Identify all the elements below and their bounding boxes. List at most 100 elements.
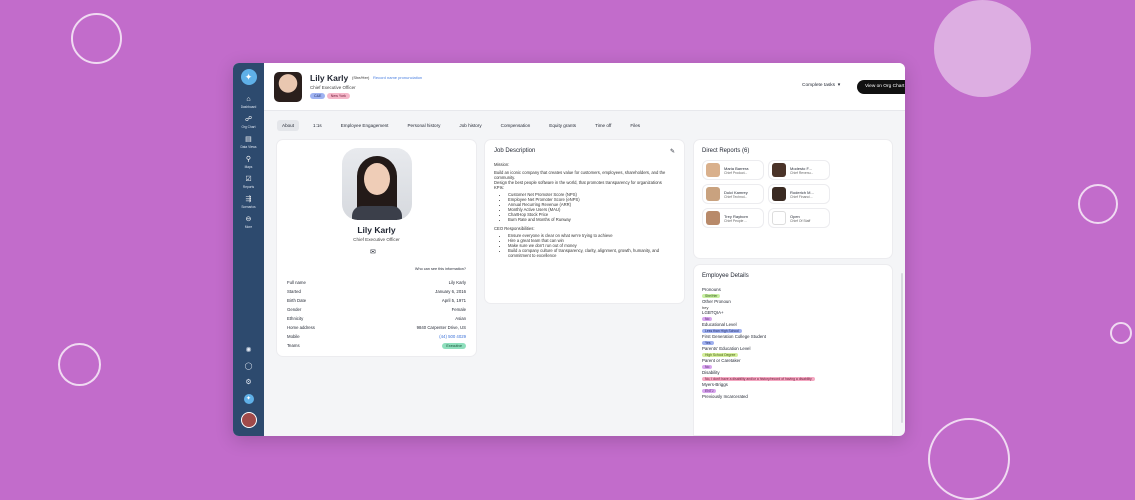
avatar xyxy=(706,187,720,201)
field-label: Started xyxy=(287,289,301,294)
rail-item-label: Scenarios xyxy=(241,205,256,209)
visibility-link[interactable]: Who can see this information? xyxy=(415,267,466,271)
profile-name: Lily Karly xyxy=(357,225,396,235)
mobile-link[interactable]: (44) 500 4029 xyxy=(439,334,466,339)
rail-item-label: Org Chart xyxy=(241,125,256,129)
rail-item-more[interactable]: ⊖ More xyxy=(240,215,256,229)
direct-report-text: Roderich M... Chief Financi... xyxy=(790,190,814,199)
app-window: ✦ ⌂ Dashboard ☍ Org Chart ▤ Data Views ⚲ Maps ☑ R… xyxy=(233,63,905,436)
direct-report-card[interactable]: Maria Barrera Chief Product... xyxy=(702,160,764,180)
employee-details-card: Employee Details Pronouns She/Her Other Pr… xyxy=(693,264,893,436)
tab-1-1s[interactable]: 1:1s xyxy=(308,120,327,131)
decorative-ring xyxy=(71,13,122,64)
decorative-ring xyxy=(58,343,101,386)
tab-compensation[interactable]: Compensation xyxy=(496,120,536,131)
field-label: Home address xyxy=(287,325,315,330)
reports-icon: ☑ xyxy=(245,176,252,183)
tab-about[interactable]: About xyxy=(277,120,300,131)
field-label: Birth Date xyxy=(287,298,307,303)
settings-sun-icon[interactable]: ✺ xyxy=(246,346,252,354)
rail-item-dashboard[interactable]: ⌂ Dashboard xyxy=(240,95,257,109)
direct-report-name: Trey Rayborn xyxy=(724,213,749,219)
direct-reports-card: Direct Reports (6) Maria Barrera Chief Pr… xyxy=(693,139,893,259)
view-org-chart-label: View on Org Chart xyxy=(865,84,905,89)
profile-photo xyxy=(342,148,412,220)
rail-item-org-chart[interactable]: ☍ Org Chart xyxy=(240,115,256,129)
detail-chip: High School Degree xyxy=(702,353,739,357)
tab-employee-engagement[interactable]: Employee Engagement xyxy=(336,120,394,131)
profile-fields: Full name Lily Karly Started January 6, 201… xyxy=(287,278,466,350)
nav-rail: ✦ ⌂ Dashboard ☍ Org Chart ▤ Data Views ⚲ Maps ☑ R… xyxy=(233,63,264,436)
tab-time-off[interactable]: Time off xyxy=(590,120,616,131)
profile-title: Chief Executive Officer xyxy=(353,237,400,242)
rail-item-maps[interactable]: ⚲ Maps xyxy=(240,155,256,169)
mission-label: Mission: xyxy=(494,162,510,167)
direct-report-card[interactable]: Modesto F... Chief Revenu... xyxy=(768,160,830,180)
field-label: Mobile xyxy=(287,334,300,339)
direct-report-text: Open Chief Of Staff xyxy=(790,214,810,223)
direct-report-name: Dulci Kamrey xyxy=(724,189,748,195)
list-item: Build a company culture of transparency,… xyxy=(508,248,675,258)
detail-chip: No, I don't have a disability and/or a h… xyxy=(702,377,815,381)
field-value: Lily Karly xyxy=(448,280,466,285)
detail-chip: No xyxy=(702,317,713,321)
job-description-title: Job Description xyxy=(494,148,536,154)
field-value: 9840 Carpenter Drive, US xyxy=(416,325,466,330)
direct-report-name: Maria Barrera xyxy=(724,165,749,171)
header-chips: C&E New York xyxy=(310,93,350,99)
location-chip[interactable]: New York xyxy=(326,93,350,99)
detail-chip: She/Her xyxy=(702,294,721,298)
profile-card: Lily Karly Chief Executive Officer ✉ Who… xyxy=(276,139,477,357)
job-description-card: Job Description ✎ Mission: Build an icon… xyxy=(484,139,685,304)
job-title: Chief Executive Officer xyxy=(310,85,356,90)
caret-down-icon: ▾ xyxy=(836,83,841,88)
view-org-chart-button[interactable]: View on Org Chart ▾ xyxy=(857,80,905,94)
direct-report-card[interactable]: Roderich M... Chief Financi... xyxy=(768,184,830,204)
rail-item-reports[interactable]: ☑ Reports xyxy=(240,175,256,189)
direct-report-text: Modesto F... Chief Revenu... xyxy=(790,166,813,175)
kpi-list: Customer Net Promoter Score (NPS)Employe… xyxy=(494,192,675,222)
employee-details-title: Employee Details xyxy=(702,273,749,279)
profile-field-row: Gender Female xyxy=(287,305,466,314)
logo-icon[interactable]: ✦ xyxy=(240,69,257,85)
department-chip[interactable]: C&E xyxy=(310,93,326,99)
rail-item-label: More xyxy=(244,225,253,229)
direct-report-card[interactable]: Trey Rayborn Chief People ... xyxy=(702,208,764,228)
mission-text-2: Design the best people software in the w… xyxy=(494,180,662,185)
document-icon: ▤ xyxy=(245,136,252,143)
gear-icon[interactable]: ⚙ xyxy=(245,378,251,386)
list-item: Burn Rate and Months of Runway xyxy=(508,217,675,222)
kpis-label: KPIs: xyxy=(494,185,505,190)
direct-report-title: Chief People ... xyxy=(724,218,748,223)
field-label: Full name xyxy=(287,280,306,285)
mail-icon[interactable]: ✉ xyxy=(370,248,376,256)
rail-item-scenarios[interactable]: ⇶ Scenarios xyxy=(240,195,256,209)
tab-equity-grants[interactable]: Equity grants xyxy=(544,120,581,131)
rail-item-data-views[interactable]: ▤ Data Views xyxy=(240,135,256,149)
direct-report-card[interactable]: Open Chief Of Staff xyxy=(768,208,830,228)
profile-field-row: Started January 6, 2016 xyxy=(287,287,466,296)
direct-report-name: Modesto F... xyxy=(790,165,812,171)
help-icon[interactable]: ✦ xyxy=(243,394,254,404)
complete-tasks-dropdown[interactable]: Complete tasks ▾ xyxy=(802,83,840,88)
avatar[interactable] xyxy=(240,412,257,428)
direct-report-text: Dulci Kamrey Chief Technol... xyxy=(724,190,748,199)
chat-icon[interactable]: ◯ xyxy=(245,362,253,370)
direct-report-card[interactable]: Dulci Kamrey Chief Technol... xyxy=(702,184,764,204)
direct-report-text: Maria Barrera Chief Product... xyxy=(724,166,748,175)
tab-files[interactable]: Files xyxy=(625,120,645,131)
scrollbar[interactable] xyxy=(901,273,903,423)
record-pronunciation-link[interactable]: Record name pronunciation xyxy=(373,75,422,80)
tab-job-history[interactable]: Job history xyxy=(454,120,486,131)
field-label: Gender xyxy=(287,307,302,312)
team-chip[interactable]: Executive xyxy=(442,342,466,349)
edit-icon[interactable]: ✎ xyxy=(670,148,675,155)
direct-report-text: Trey Rayborn Chief People ... xyxy=(724,214,748,223)
home-icon: ⌂ xyxy=(246,96,251,103)
complete-tasks-label: Complete tasks xyxy=(802,83,836,88)
ceo-label: CEO Responsibilities: xyxy=(494,226,535,231)
direct-report-title: Chief Product... xyxy=(724,170,748,175)
tab-personal-history[interactable]: Personal history xyxy=(402,120,445,131)
avatar xyxy=(772,163,786,177)
profile-field-row: Teams Executive xyxy=(287,341,466,350)
